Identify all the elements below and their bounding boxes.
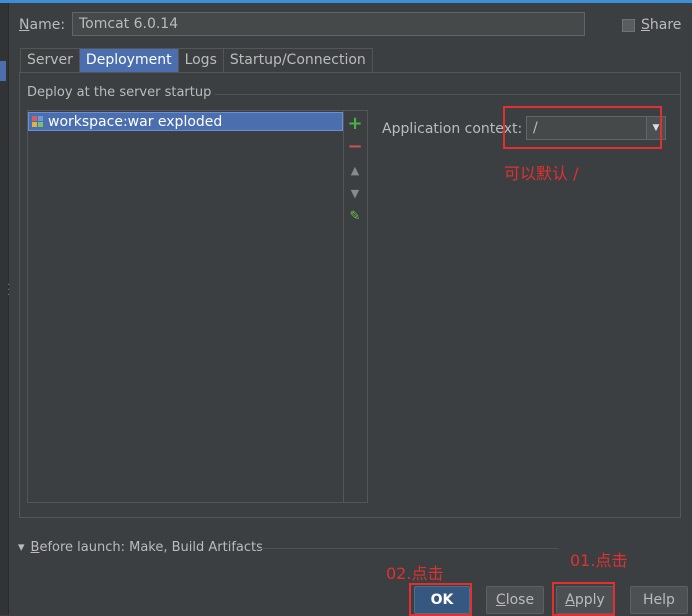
context-annotation: 可以默认 /: [504, 164, 579, 183]
deploy-group-title: Deploy at the server startup: [27, 85, 216, 100]
name-input[interactable]: Tomcat 6.0.14: [72, 12, 585, 36]
name-label: Name:: [19, 17, 66, 33]
tab-deployment[interactable]: Deployment: [78, 48, 179, 72]
application-context-label: Application context:: [382, 121, 523, 137]
apply-annotation: 01.点击: [570, 551, 628, 570]
tab-startup-connection[interactable]: Startup/Connection: [222, 48, 373, 72]
tab-logs[interactable]: Logs: [177, 48, 224, 72]
splitter-grip-icon[interactable]: · · ·: [7, 281, 10, 301]
config-tabs: Server Deployment Logs Startup/Connectio…: [20, 48, 373, 72]
deploy-list[interactable]: [27, 110, 368, 503]
context-highlight-box: [503, 106, 662, 149]
before-launch-section[interactable]: ▾ Before launch: Make, Build Artifacts: [18, 540, 263, 555]
apply-highlight-box: [552, 582, 615, 616]
edit-icon[interactable]: ✎: [346, 207, 364, 225]
help-button[interactable]: Help: [630, 586, 688, 614]
left-tree-strip: · · ·: [0, 3, 10, 615]
artifact-icon: [32, 115, 44, 128]
group-separator: [200, 94, 680, 95]
share-label: Share: [641, 17, 682, 33]
window-top-border: [0, 0, 692, 3]
expand-arrow-icon[interactable]: ▾: [18, 540, 25, 555]
move-up-icon[interactable]: ▲: [346, 161, 364, 179]
ok-annotation: 02.点击: [386, 564, 444, 583]
list-item-label: workspace:war exploded: [48, 113, 223, 130]
before-launch-label: Before launch: Make, Build Artifacts: [30, 540, 263, 555]
ok-highlight-box: [409, 583, 472, 616]
move-down-icon[interactable]: ▼: [346, 184, 364, 202]
faded-row: [30, 564, 130, 568]
list-item[interactable]: workspace:war exploded: [28, 112, 343, 131]
before-launch-separator: [258, 548, 558, 549]
share-checkbox[interactable]: Share: [622, 17, 681, 33]
tab-server[interactable]: Server: [20, 48, 80, 72]
left-tree-selection: [0, 61, 6, 81]
remove-icon[interactable]: −: [346, 136, 364, 157]
share-checkbox-box[interactable]: [622, 18, 635, 32]
add-icon[interactable]: +: [346, 113, 364, 134]
close-button[interactable]: Close: [486, 586, 544, 614]
